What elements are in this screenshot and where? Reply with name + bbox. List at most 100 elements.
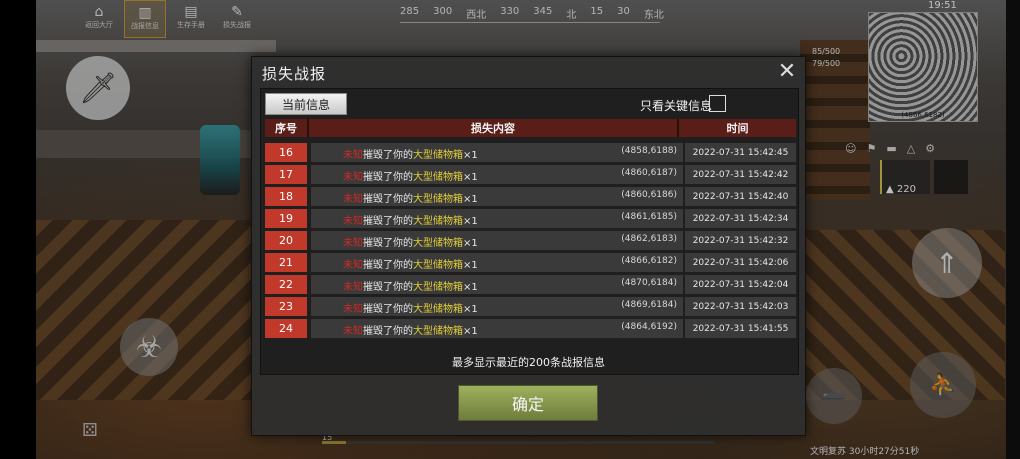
row-content: 未知 摧毁了你的大型储物箱×1 (4870,6184) bbox=[311, 275, 683, 294]
action-text: 摧毁了你的 bbox=[363, 172, 413, 183]
row-number: 23 bbox=[265, 297, 307, 316]
item-name: 大型储物箱 bbox=[413, 172, 463, 183]
report-table-body[interactable]: 16 未知 摧毁了你的大型储物箱×1 (4858,6188) 2022-07-3… bbox=[265, 143, 796, 367]
attacker-name: 未知 bbox=[343, 260, 363, 271]
key-info-checkbox[interactable] bbox=[709, 95, 726, 112]
item-name: 大型储物箱 bbox=[413, 326, 463, 337]
attacker-name: 未知 bbox=[343, 326, 363, 337]
row-time: 2022-07-31 15:42:45 bbox=[685, 143, 796, 162]
tab-current-info[interactable]: 当前信息 bbox=[265, 93, 347, 115]
column-header-no: 序号 bbox=[275, 122, 297, 135]
attacker-name: 未知 bbox=[343, 238, 363, 249]
loss-coordinates: (4858,6188) bbox=[621, 146, 677, 156]
action-text: 摧毁了你的 bbox=[363, 326, 413, 337]
confirm-button[interactable]: 确定 bbox=[458, 385, 598, 421]
attacker-name: 未知 bbox=[343, 304, 363, 315]
item-quantity: ×1 bbox=[463, 304, 478, 315]
loss-message: 摧毁了你的大型储物箱×1 bbox=[363, 146, 478, 161]
row-number: 24 bbox=[265, 319, 307, 338]
row-content: 未知 摧毁了你的大型储物箱×1 (4861,6185) bbox=[311, 209, 683, 228]
loss-coordinates: (4864,6192) bbox=[621, 322, 677, 332]
table-header: 序号 损失内容 时间 bbox=[265, 119, 796, 137]
action-text: 摧毁了你的 bbox=[363, 238, 413, 249]
loss-message: 摧毁了你的大型储物箱×1 bbox=[363, 234, 478, 249]
row-content: 未知 摧毁了你的大型储物箱×1 (4860,6186) bbox=[311, 187, 683, 206]
table-row: 23 未知 摧毁了你的大型储物箱×1 (4869,6184) 2022-07-3… bbox=[265, 297, 796, 316]
loss-coordinates: (4866,6182) bbox=[621, 256, 677, 266]
table-row: 18 未知 摧毁了你的大型储物箱×1 (4860,6186) 2022-07-3… bbox=[265, 187, 796, 206]
loss-message: 摧毁了你的大型储物箱×1 bbox=[363, 256, 478, 271]
row-number: 21 bbox=[265, 253, 307, 272]
action-text: 摧毁了你的 bbox=[363, 216, 413, 227]
table-row: 20 未知 摧毁了你的大型储物箱×1 (4862,6183) 2022-07-3… bbox=[265, 231, 796, 250]
loss-report-dialog: 损失战报 ✕ 当前信息 只看关键信息 序号 损失内容 时间 16 未知 摧毁了你… bbox=[251, 56, 806, 436]
row-number: 17 bbox=[265, 165, 307, 184]
row-time: 2022-07-31 15:42:40 bbox=[685, 187, 796, 206]
close-button[interactable]: ✕ bbox=[775, 58, 799, 84]
table-row: 19 未知 摧毁了你的大型储物箱×1 (4861,6185) 2022-07-3… bbox=[265, 209, 796, 228]
close-icon: ✕ bbox=[777, 58, 797, 84]
action-text: 摧毁了你的 bbox=[363, 260, 413, 271]
row-time: 2022-07-31 15:42:04 bbox=[685, 275, 796, 294]
item-quantity: ×1 bbox=[463, 216, 478, 227]
table-row: 24 未知 摧毁了你的大型储物箱×1 (4864,6192) 2022-07-3… bbox=[265, 319, 796, 338]
item-quantity: ×1 bbox=[463, 194, 478, 205]
loss-message: 摧毁了你的大型储物箱×1 bbox=[363, 190, 478, 205]
item-quantity: ×1 bbox=[463, 326, 478, 337]
action-text: 摧毁了你的 bbox=[363, 194, 413, 205]
row-time: 2022-07-31 15:42:42 bbox=[685, 165, 796, 184]
item-name: 大型储物箱 bbox=[413, 282, 463, 293]
row-content: 未知 摧毁了你的大型储物箱×1 (4858,6188) bbox=[311, 143, 683, 162]
row-number: 19 bbox=[265, 209, 307, 228]
row-content: 未知 摧毁了你的大型储物箱×1 (4862,6183) bbox=[311, 231, 683, 250]
column-header-content: 损失内容 bbox=[307, 119, 679, 137]
item-quantity: ×1 bbox=[463, 260, 478, 271]
row-content: 未知 摧毁了你的大型储物箱×1 (4866,6182) bbox=[311, 253, 683, 272]
loss-message: 摧毁了你的大型储物箱×1 bbox=[363, 168, 478, 183]
attacker-name: 未知 bbox=[343, 216, 363, 227]
loss-coordinates: (4869,6184) bbox=[621, 300, 677, 310]
report-panel: 当前信息 只看关键信息 序号 损失内容 时间 16 未知 摧毁了你的大型储物箱×… bbox=[260, 88, 799, 375]
row-number: 18 bbox=[265, 187, 307, 206]
row-time: 2022-07-31 15:42:32 bbox=[685, 231, 796, 250]
action-text: 摧毁了你的 bbox=[363, 150, 413, 161]
column-header-time: 时间 bbox=[726, 122, 749, 135]
item-name: 大型储物箱 bbox=[413, 194, 463, 205]
item-name: 大型储物箱 bbox=[413, 304, 463, 315]
row-time: 2022-07-31 15:41:55 bbox=[685, 319, 796, 338]
item-name: 大型储物箱 bbox=[413, 260, 463, 271]
loss-message: 摧毁了你的大型储物箱×1 bbox=[363, 212, 478, 227]
row-time: 2022-07-31 15:42:03 bbox=[685, 297, 796, 316]
row-number: 20 bbox=[265, 231, 307, 250]
row-number: 16 bbox=[265, 143, 307, 162]
attacker-name: 未知 bbox=[343, 150, 363, 161]
row-number: 22 bbox=[265, 275, 307, 294]
row-content: 未知 摧毁了你的大型储物箱×1 (4864,6192) bbox=[311, 319, 683, 338]
item-name: 大型储物箱 bbox=[413, 238, 463, 249]
item-quantity: ×1 bbox=[463, 150, 478, 161]
attacker-name: 未知 bbox=[343, 282, 363, 293]
row-content: 未知 摧毁了你的大型储物箱×1 (4860,6187) bbox=[311, 165, 683, 184]
loss-message: 摧毁了你的大型储物箱×1 bbox=[363, 278, 478, 293]
loss-message: 摧毁了你的大型储物箱×1 bbox=[363, 300, 478, 315]
item-name: 大型储物箱 bbox=[413, 150, 463, 161]
item-quantity: ×1 bbox=[463, 238, 478, 249]
table-row: 17 未知 摧毁了你的大型储物箱×1 (4860,6187) 2022-07-3… bbox=[265, 165, 796, 184]
key-info-label: 只看关键信息 bbox=[639, 99, 712, 113]
item-quantity: ×1 bbox=[463, 282, 478, 293]
row-time: 2022-07-31 15:42:34 bbox=[685, 209, 796, 228]
item-quantity: ×1 bbox=[463, 172, 478, 183]
row-content: 未知 摧毁了你的大型储物箱×1 (4869,6184) bbox=[311, 297, 683, 316]
footnote: 最多显示最近的200条战报信息 bbox=[452, 356, 605, 369]
loss-coordinates: (4861,6185) bbox=[621, 212, 677, 222]
row-time: 2022-07-31 15:42:06 bbox=[685, 253, 796, 272]
loss-message: 摧毁了你的大型储物箱×1 bbox=[363, 322, 478, 337]
item-name: 大型储物箱 bbox=[413, 216, 463, 227]
dialog-title: 损失战报 bbox=[262, 65, 327, 83]
attacker-name: 未知 bbox=[343, 194, 363, 205]
table-row: 21 未知 摧毁了你的大型储物箱×1 (4866,6182) 2022-07-3… bbox=[265, 253, 796, 272]
table-row: 16 未知 摧毁了你的大型储物箱×1 (4858,6188) 2022-07-3… bbox=[265, 143, 796, 162]
action-text: 摧毁了你的 bbox=[363, 304, 413, 315]
loss-coordinates: (4870,6184) bbox=[621, 278, 677, 288]
table-row: 22 未知 摧毁了你的大型储物箱×1 (4870,6184) 2022-07-3… bbox=[265, 275, 796, 294]
